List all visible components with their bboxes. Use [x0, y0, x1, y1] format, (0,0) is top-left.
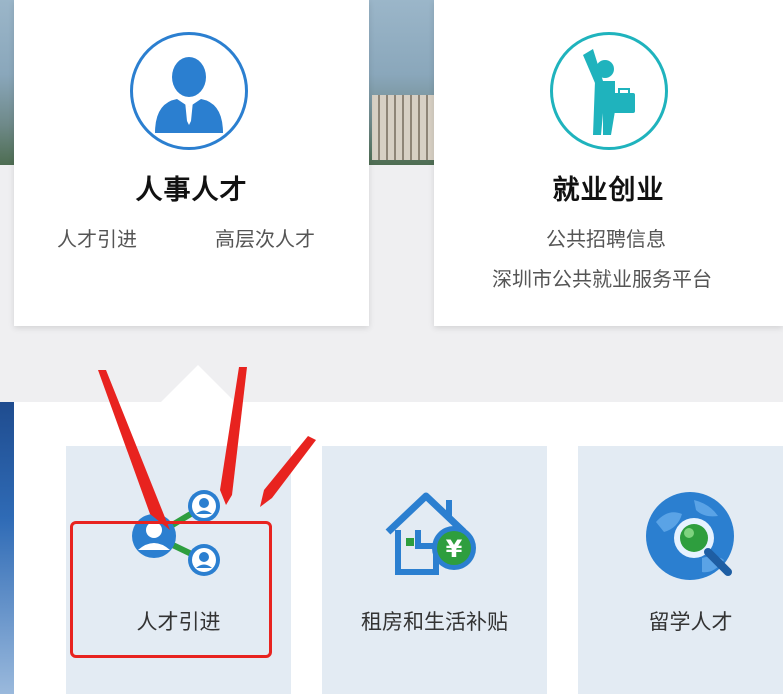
- annotation-arrows: [98, 367, 316, 530]
